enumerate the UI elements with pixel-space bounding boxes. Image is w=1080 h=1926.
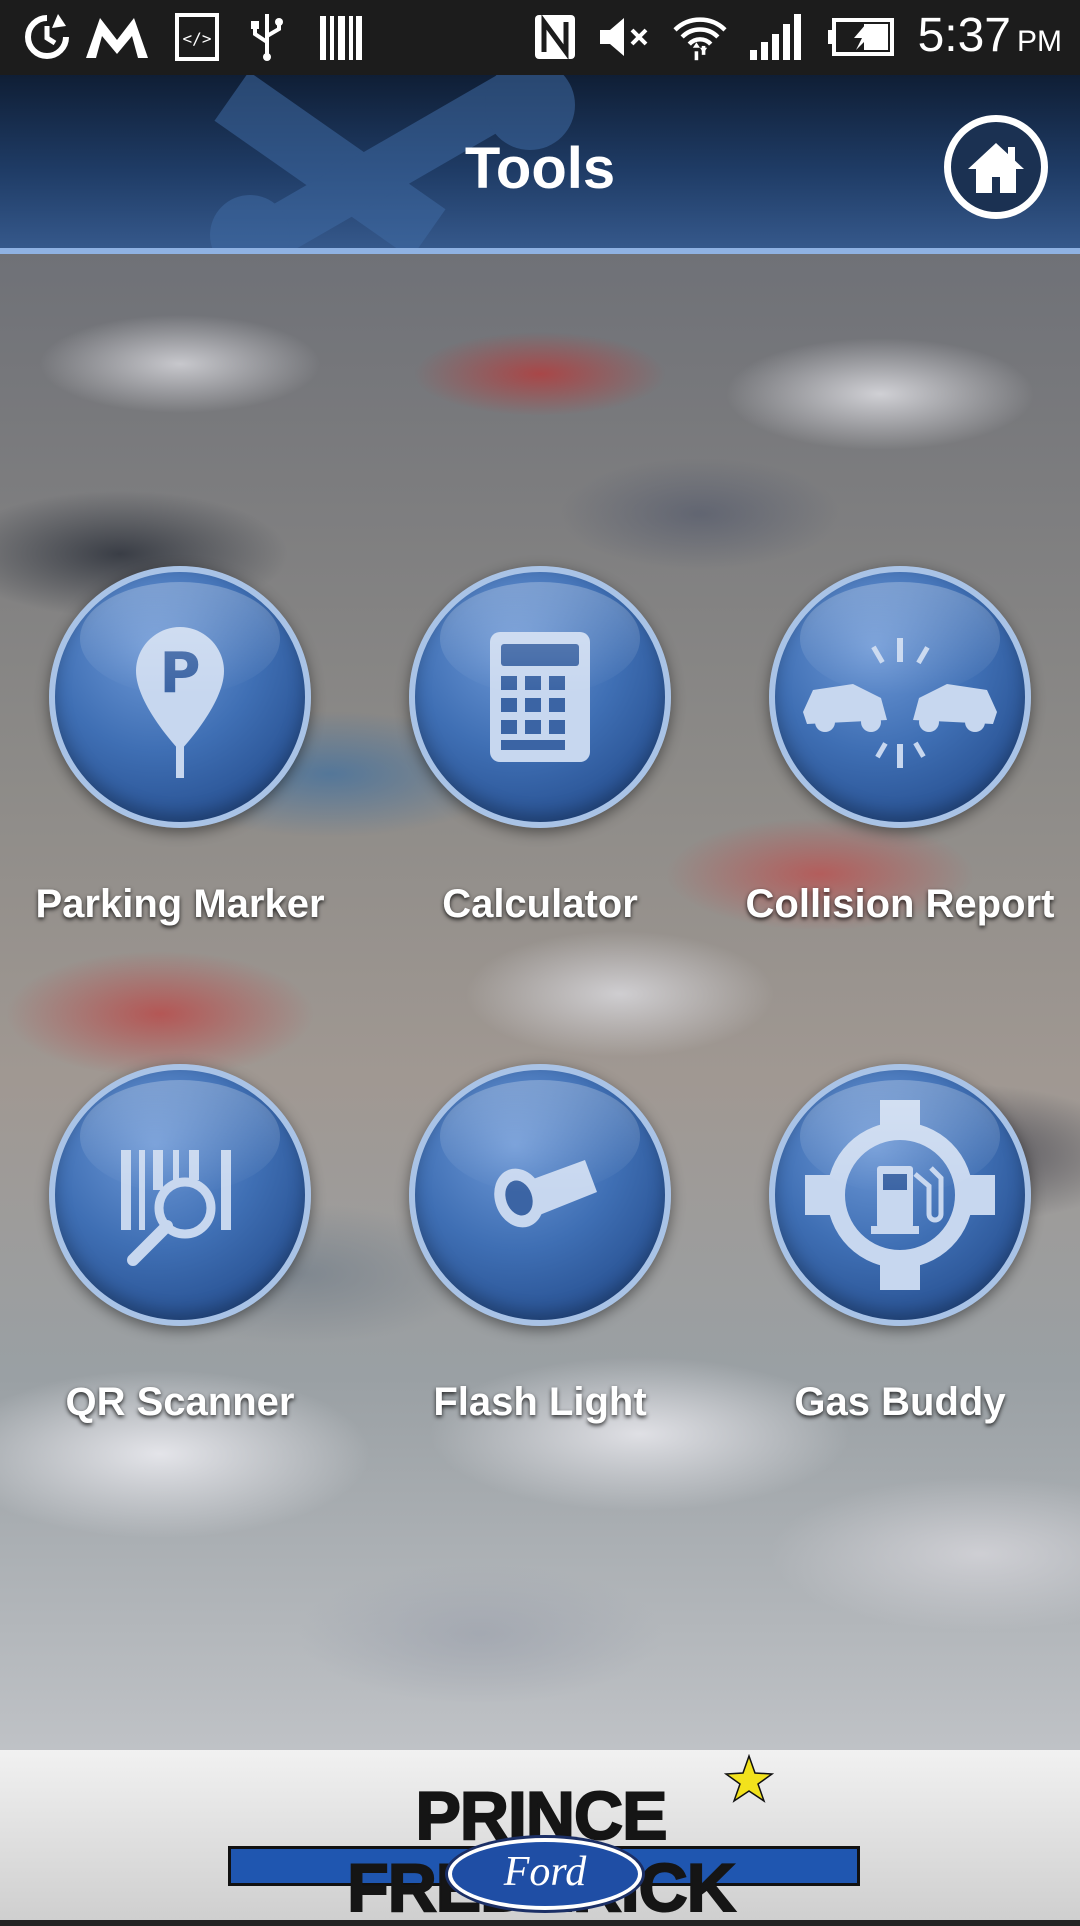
wifi-icon <box>673 17 727 61</box>
tool-parking-marker[interactable]: P Parking Marker <box>0 566 360 928</box>
sync-icon <box>25 14 69 59</box>
collision-report-button[interactable] <box>769 566 1031 828</box>
svg-text:</>: </> <box>183 29 212 48</box>
background-image <box>0 254 1080 1750</box>
star-icon <box>724 1754 774 1803</box>
gas-buddy-button[interactable] <box>769 1064 1031 1326</box>
tool-label: Parking Marker <box>35 882 325 926</box>
parking-marker-button[interactable]: P <box>49 566 311 828</box>
home-icon <box>968 143 1024 193</box>
footer: PRINCE FREDERICK Ford <box>0 1750 1080 1925</box>
parking-marker-icon: P <box>136 627 224 778</box>
flashlight-icon <box>494 1160 597 1228</box>
tool-label: QR Scanner <box>65 1380 295 1424</box>
tool-flash-light[interactable]: Flash Light <box>360 1064 720 1426</box>
gas-pump-icon <box>805 1100 995 1290</box>
svg-text:P: P <box>159 641 200 706</box>
calculator-icon <box>490 632 590 762</box>
battery-charging-icon <box>828 18 894 56</box>
usb-icon <box>251 14 283 61</box>
home-button[interactable] <box>944 115 1048 219</box>
dealer-logo[interactable]: PRINCE FREDERICK Ford <box>224 1754 860 1925</box>
tool-gas-buddy[interactable]: Gas Buddy <box>720 1064 1080 1426</box>
header-bar: Tools <box>0 75 1080 250</box>
barcode-icon <box>320 16 362 60</box>
status-bar: </> 5:37 PM <box>0 0 1080 75</box>
calculator-button[interactable] <box>409 566 671 828</box>
clock: 5:37 PM <box>917 9 1062 62</box>
page-title: Tools <box>464 136 616 201</box>
tool-label: Gas Buddy <box>794 1380 1006 1424</box>
qr-scanner-icon <box>121 1150 231 1266</box>
nfc-icon <box>535 14 575 60</box>
collision-icon <box>803 638 997 768</box>
tool-collision-report[interactable]: Collision Report <box>720 566 1080 928</box>
tool-label: Flash Light <box>433 1380 647 1424</box>
developer-icon: </> <box>175 13 219 61</box>
flash-light-button[interactable] <box>409 1064 671 1326</box>
gmail-icon <box>86 18 148 58</box>
tool-qr-scanner[interactable]: QR Scanner <box>0 1064 360 1426</box>
qr-scanner-button[interactable] <box>49 1064 311 1326</box>
tool-label: Calculator <box>442 882 638 926</box>
mute-icon <box>600 18 648 56</box>
tool-calculator[interactable]: Calculator <box>360 566 720 928</box>
signal-icon <box>750 14 801 60</box>
tool-label: Collision Report <box>745 882 1055 926</box>
ford-oval: Ford <box>448 1838 642 1910</box>
